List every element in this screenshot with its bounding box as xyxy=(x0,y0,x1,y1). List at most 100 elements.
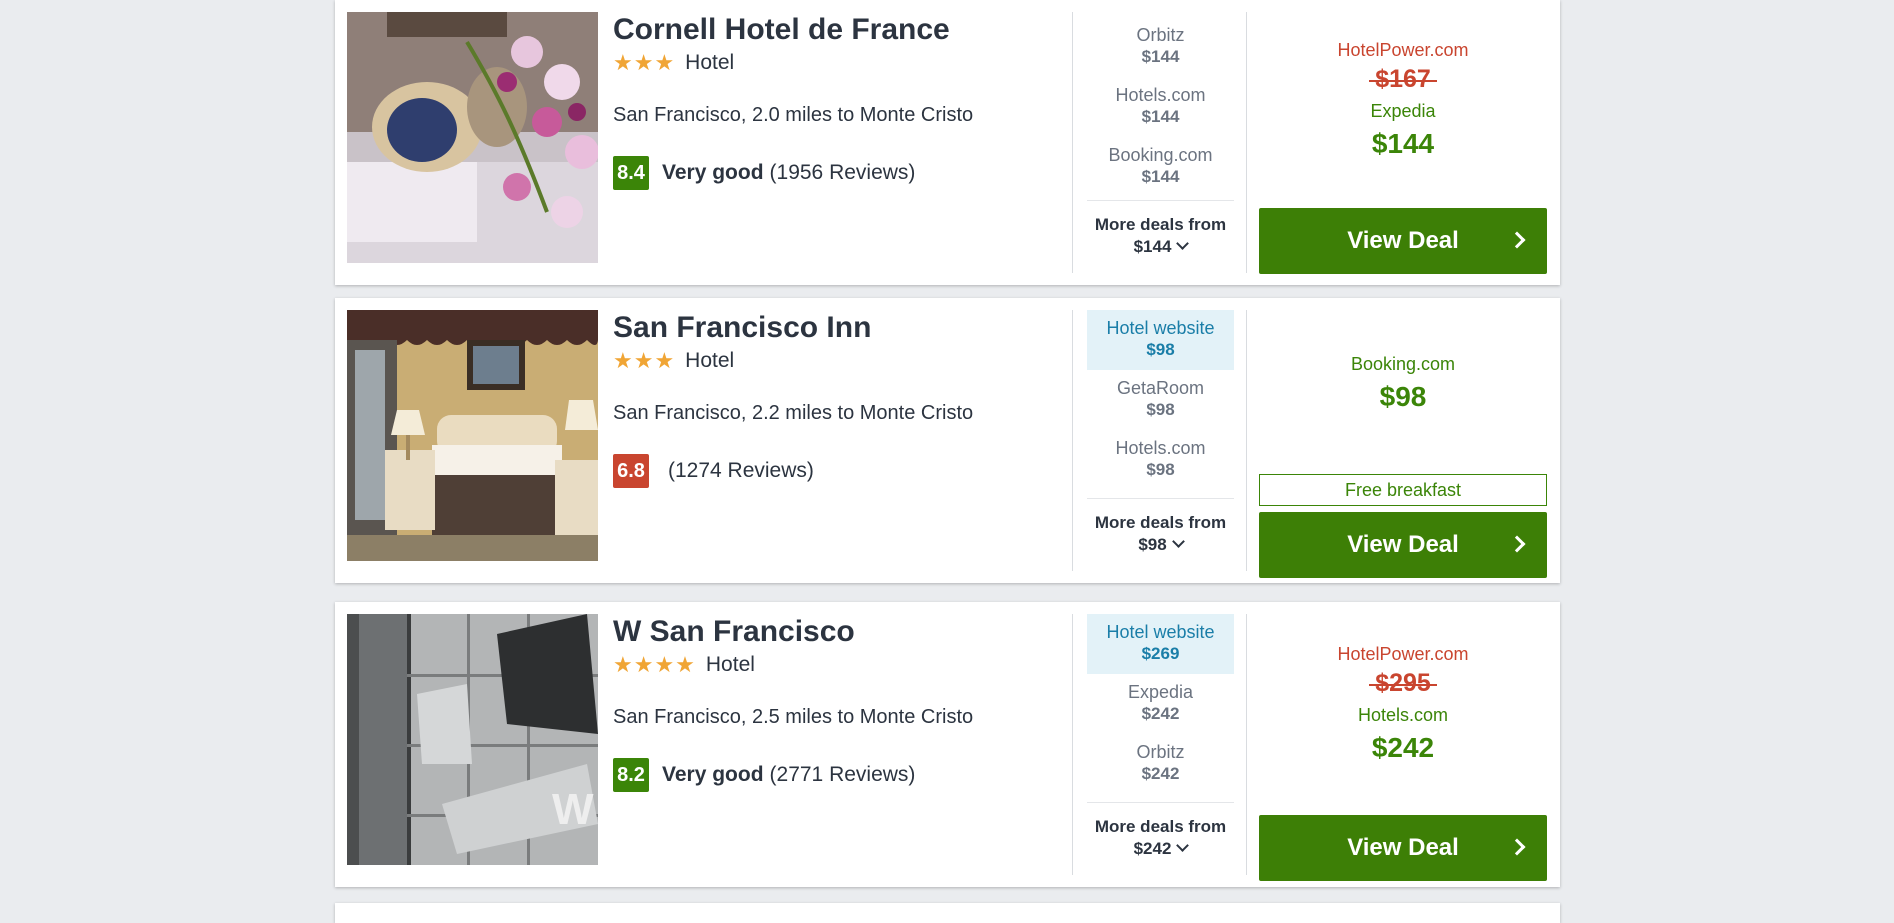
more-deals-toggle[interactable]: More deals from $242 xyxy=(1087,803,1234,860)
deal-provider: Hotel website xyxy=(1106,622,1215,642)
hotel-card: W W San Francisco ★★★★ Hotel San Francis… xyxy=(335,602,1560,887)
hotel-name[interactable]: San Francisco Inn xyxy=(613,310,1063,346)
hotel-photo[interactable]: W xyxy=(347,614,598,865)
other-deals-list: Orbitz $144 Hotels.com $144 Booking.com … xyxy=(1087,12,1234,258)
hotel-class-row: ★★★ Hotel xyxy=(613,348,1063,374)
divider xyxy=(1072,310,1073,571)
deal-price: $98 xyxy=(1146,400,1175,419)
hotel-photo-image xyxy=(347,310,598,561)
hotel-location: San Francisco, 2.5 miles to Monte Cristo xyxy=(613,706,974,728)
hotel-card: Cornell Hotel de France ★★★ Hotel San Fr… xyxy=(335,0,1560,285)
divider xyxy=(1072,614,1073,875)
more-deals-price: $242 xyxy=(1133,839,1172,858)
deal-price: $144 xyxy=(1141,107,1180,126)
deal-price: $242 xyxy=(1141,704,1180,723)
more-deals-label: More deals from xyxy=(1094,215,1227,234)
hotel-photo[interactable] xyxy=(347,12,598,263)
hotel-name[interactable]: W San Francisco xyxy=(613,614,1063,650)
hotel-type: Hotel xyxy=(685,51,735,74)
chevron-down-icon xyxy=(1176,839,1190,852)
offer-price: $98 xyxy=(1379,381,1427,412)
hotel-class-row: ★★★ Hotel xyxy=(613,50,1063,76)
view-deal-label: View Deal xyxy=(1347,834,1459,861)
review-score-badge: 8.2 xyxy=(613,758,649,792)
hotel-class-row: ★★★★ Hotel xyxy=(613,652,1063,678)
offer-price: $242 xyxy=(1371,732,1435,763)
hotel-card: San Francisco Inn ★★★ Hotel San Francisc… xyxy=(335,298,1560,583)
original-price-strike: $167 xyxy=(1369,65,1437,94)
review-count: (1274 Reviews) xyxy=(668,459,814,482)
hotel-type: Hotel xyxy=(685,349,735,372)
hotel-photo-image: W xyxy=(347,614,598,865)
review-summary[interactable]: 8.2 Very good (2771 Reviews) xyxy=(613,758,1063,792)
star-rating-icon: ★★★★ xyxy=(613,652,696,677)
original-price-provider: HotelPower.com xyxy=(1337,40,1469,60)
more-deals-label: More deals from xyxy=(1094,513,1227,532)
divider xyxy=(1072,12,1073,273)
rating-label: Very good xyxy=(662,161,764,184)
more-deals-toggle[interactable]: More deals from $144 xyxy=(1087,201,1234,258)
hotel-location: San Francisco, 2.2 miles to Monte Cristo xyxy=(613,402,974,424)
review-score-badge: 6.8 xyxy=(613,454,649,488)
deal-provider: Expedia xyxy=(1127,682,1194,702)
deal-item[interactable]: Orbitz $242 xyxy=(1087,734,1234,794)
more-deals-price: $144 xyxy=(1133,237,1172,256)
best-offer[interactable]: HotelPower.com $295 Hotels.com $242 xyxy=(1259,614,1547,764)
deal-item[interactable]: GetaRoom $98 xyxy=(1087,370,1234,430)
more-deals-label: More deals from xyxy=(1094,817,1227,836)
review-summary[interactable]: 8.4 Very good (1956 Reviews) xyxy=(613,156,1063,190)
original-price-strike: $295 xyxy=(1369,669,1437,698)
offer-provider: Expedia xyxy=(1370,101,1436,121)
deal-item-highlighted[interactable]: Hotel website $98 xyxy=(1087,310,1234,370)
deal-provider: Orbitz xyxy=(1136,25,1185,45)
hotel-photo[interactable] xyxy=(347,310,598,561)
deal-item[interactable]: Hotels.com $144 xyxy=(1087,72,1234,132)
deal-item[interactable]: Booking.com $144 xyxy=(1087,132,1234,192)
hotel-name[interactable]: Cornell Hotel de France xyxy=(613,12,1063,48)
divider xyxy=(1246,310,1247,571)
review-summary[interactable]: 6.8 (1274 Reviews) xyxy=(613,454,1063,488)
deal-provider: Hotel website xyxy=(1106,318,1215,338)
deal-provider: Booking.com xyxy=(1108,145,1213,165)
view-deal-label: View Deal xyxy=(1347,531,1459,558)
deal-provider: Hotels.com xyxy=(1115,438,1206,458)
rating-label: Very good xyxy=(662,763,764,786)
other-deals-list: Hotel website $98 GetaRoom $98 Hotels.co… xyxy=(1087,310,1234,556)
chevron-right-icon xyxy=(1508,231,1526,249)
deal-item[interactable]: Orbitz $144 xyxy=(1087,12,1234,72)
hotel-type: Hotel xyxy=(705,653,755,676)
deal-item[interactable]: Expedia $242 xyxy=(1087,674,1234,734)
hotel-card-partial xyxy=(335,903,1560,923)
review-count: (2771 Reviews) xyxy=(769,763,916,786)
svg-text:W: W xyxy=(552,785,594,834)
chevron-right-icon xyxy=(1508,838,1526,856)
divider xyxy=(1246,12,1247,273)
hotel-info: San Francisco Inn ★★★ Hotel San Francisc… xyxy=(613,310,1063,488)
view-deal-button[interactable]: View Deal xyxy=(1259,208,1547,274)
other-deals-list: Hotel website $269 Expedia $242 Orbitz $… xyxy=(1087,614,1234,860)
free-breakfast-badge: Free breakfast xyxy=(1259,474,1547,506)
star-rating-icon: ★★★ xyxy=(613,50,676,75)
hotel-info: W San Francisco ★★★★ Hotel San Francisco… xyxy=(613,614,1063,792)
deal-price: $98 xyxy=(1146,340,1175,359)
view-deal-button[interactable]: View Deal xyxy=(1259,815,1547,881)
chevron-right-icon xyxy=(1508,535,1526,553)
hotel-location: San Francisco, 2.0 miles to Monte Cristo xyxy=(613,104,974,126)
offer-provider: Booking.com xyxy=(1350,354,1456,374)
deal-item-highlighted[interactable]: Hotel website $269 xyxy=(1087,614,1234,674)
original-price-provider: HotelPower.com xyxy=(1337,644,1469,664)
view-deal-button[interactable]: View Deal xyxy=(1259,512,1547,578)
review-count: (1956 Reviews) xyxy=(769,161,916,184)
more-deals-price: $98 xyxy=(1138,535,1167,554)
star-rating-icon: ★★★ xyxy=(613,348,676,373)
deal-item[interactable]: Hotels.com $98 xyxy=(1087,430,1234,490)
deal-price: $269 xyxy=(1141,644,1180,663)
hotel-photo-image xyxy=(347,12,598,263)
deal-price: $242 xyxy=(1141,764,1180,783)
best-offer[interactable]: HotelPower.com $167 Expedia $144 xyxy=(1259,12,1547,160)
chevron-down-icon xyxy=(1176,237,1190,250)
offer-price: $144 xyxy=(1371,128,1435,159)
best-offer[interactable]: Booking.com $98 xyxy=(1259,310,1547,413)
view-deal-label: View Deal xyxy=(1347,227,1459,254)
more-deals-toggle[interactable]: More deals from $98 xyxy=(1087,499,1234,556)
